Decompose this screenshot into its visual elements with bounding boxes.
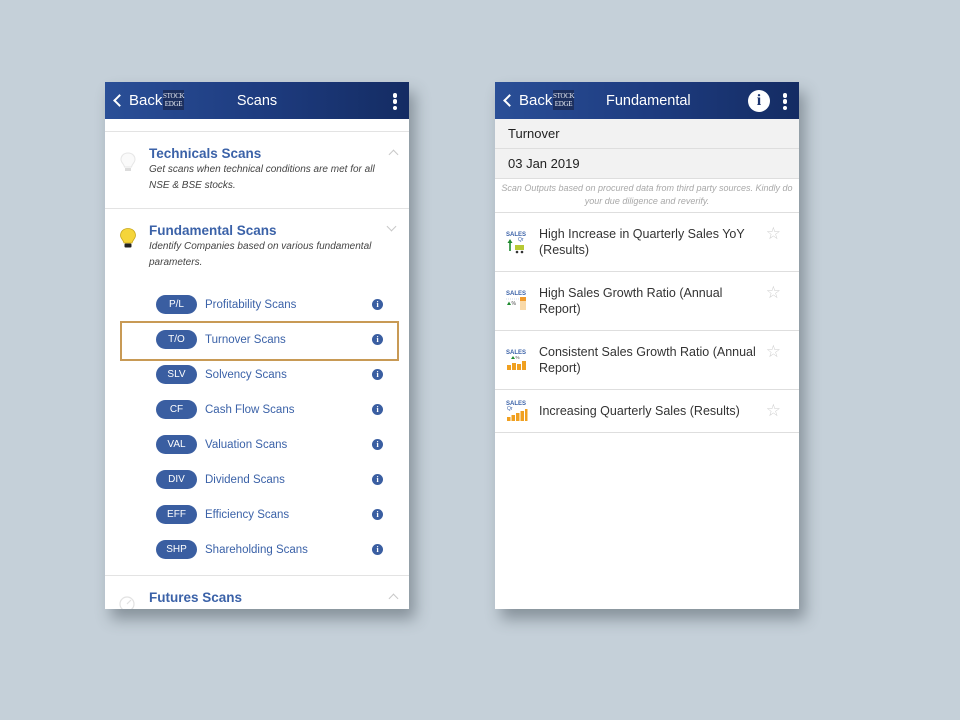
logo-line-1: STOCK [553,92,575,100]
scan-item-solvency[interactable]: SLV Solvency Scans i [105,357,409,392]
result-label: Increasing Quarterly Sales (Results) [539,404,740,418]
sales-growth-ratio-icon: SALES % [506,291,526,310]
scan-label: Turnover Scans [205,333,286,346]
star-icon[interactable]: ☆ [766,225,781,242]
back-label: Back [129,92,163,109]
star-icon[interactable]: ☆ [766,402,781,419]
chevron-up-icon[interactable] [388,149,399,160]
svg-text:Qr: Qr [507,406,513,412]
section-title: Technicals Scans [149,146,262,161]
info-icon[interactable]: i [372,474,383,485]
scan-label: Solvency Scans [205,368,287,381]
section-fundamental-scans: Fundamental Scans Identify Companies bas… [105,209,409,576]
scan-badge: SLV [156,365,197,384]
chevron-left-icon [503,94,516,107]
section-description: Identify Companies based on various fund… [149,241,372,268]
info-icon[interactable]: i [372,544,383,555]
scan-item-cash-flow[interactable]: CF Cash Flow Scans i [105,392,409,427]
result-item[interactable]: SALES Qr Increasing Quarterly Sales (Res… [495,390,799,433]
chevron-down-icon[interactable] [386,221,397,232]
sales-qtr-yoy-icon: SALES Qr [506,232,526,254]
category-selector[interactable]: Turnover [495,119,799,149]
info-icon[interactable]: i [748,90,770,112]
star-icon[interactable]: ☆ [766,343,781,360]
info-icon[interactable]: i [372,299,383,310]
result-item[interactable]: SALES Qr High Increase in Quarterly Sale… [495,213,799,272]
fundamental-screen: Back STOCK EDGE Fundamental i Turnover 0… [495,82,799,609]
scan-label: Profitability Scans [205,298,297,311]
more-menu-icon[interactable] [391,93,399,110]
section-futures-scans[interactable]: Futures Scans [105,576,409,609]
fundamental-scan-list: P/L Profitability Scans i T/O Turnover S… [105,277,409,567]
disclaimer-text: Scan Outputs based on procured data from… [495,179,799,213]
result-label: High Increase in Quarterly Sales YoY (Re… [539,227,745,257]
header-bar: Back STOCK EDGE Fundamental i [495,82,799,119]
date-selector[interactable]: 03 Jan 2019 [495,149,799,179]
star-icon[interactable]: ☆ [766,284,781,301]
scan-item-profitability[interactable]: P/L Profitability Scans i [105,287,409,322]
scan-badge: CF [156,400,197,419]
header-bar: Back STOCK EDGE Scans [105,82,409,119]
scan-item-turnover[interactable]: T/O Turnover Scans i [105,322,409,357]
lightbulb-on-icon [120,228,136,248]
back-button[interactable]: Back [111,82,162,119]
divider [105,119,409,132]
info-icon[interactable]: i [372,509,383,520]
scan-item-dividend[interactable]: DIV Dividend Scans i [105,462,409,497]
scan-item-shareholding[interactable]: SHP Shareholding Scans i [105,532,409,567]
scan-badge: DIV [156,470,197,489]
scans-screen: Back STOCK EDGE Scans Technicals Scans G… [105,82,409,609]
svg-text:%: % [512,301,517,307]
svg-text:SALES: SALES [506,291,526,297]
back-label: Back [519,92,553,109]
sales-consistent-growth-icon: SALES % [506,350,526,370]
section-description: Get scans when technical conditions are … [149,164,375,191]
scan-badge: T/O [156,330,197,349]
svg-text:%: % [516,355,520,360]
scan-label: Efficiency Scans [205,508,290,521]
scan-label: Shareholding Scans [205,543,308,556]
scan-item-efficiency[interactable]: EFF Efficiency Scans i [105,497,409,532]
futures-gauge-icon [119,596,135,609]
info-icon[interactable]: i [372,439,383,450]
section-technicals-scans[interactable]: Technicals Scans Get scans when technica… [105,132,409,209]
logo-line-2: EDGE [164,100,183,108]
section-title: Fundamental Scans [149,223,277,238]
result-label: High Sales Growth Ratio (Annual Report) [539,286,723,316]
result-item[interactable]: SALES % High Sales Growth Ratio (Annual … [495,272,799,331]
scan-badge: P/L [156,295,197,314]
scan-item-valuation[interactable]: VAL Valuation Scans i [105,427,409,462]
scan-label: Cash Flow Scans [205,403,295,416]
more-menu-icon[interactable] [781,93,789,110]
section-title: Futures Scans [149,590,243,605]
scan-badge: EFF [156,505,197,524]
logo-line-2: EDGE [554,100,573,108]
back-button[interactable]: Back [501,82,552,119]
stockedge-logo: STOCK EDGE [163,90,185,110]
scan-label: Valuation Scans [205,438,288,451]
stockedge-logo: STOCK EDGE [553,90,575,110]
info-icon[interactable]: i [372,334,383,345]
scan-badge: SHP [156,540,197,559]
info-icon[interactable]: i [372,369,383,380]
scan-label: Dividend Scans [205,473,285,486]
logo-line-1: STOCK [163,92,185,100]
lightbulb-off-icon [120,152,136,171]
result-item[interactable]: SALES % Consistent Sales Growth Ratio (A… [495,331,799,390]
chevron-left-icon [113,94,126,107]
sales-increasing-qtr-icon: SALES Qr [506,401,528,421]
result-label: Consistent Sales Growth Ratio (Annual Re… [539,345,756,375]
info-icon[interactable]: i [372,404,383,415]
fundamental-header[interactable]: Fundamental Scans Identify Companies bas… [105,209,409,277]
scan-badge: VAL [156,435,197,454]
svg-text:Qr: Qr [518,237,524,243]
chevron-up-icon[interactable] [388,593,399,604]
